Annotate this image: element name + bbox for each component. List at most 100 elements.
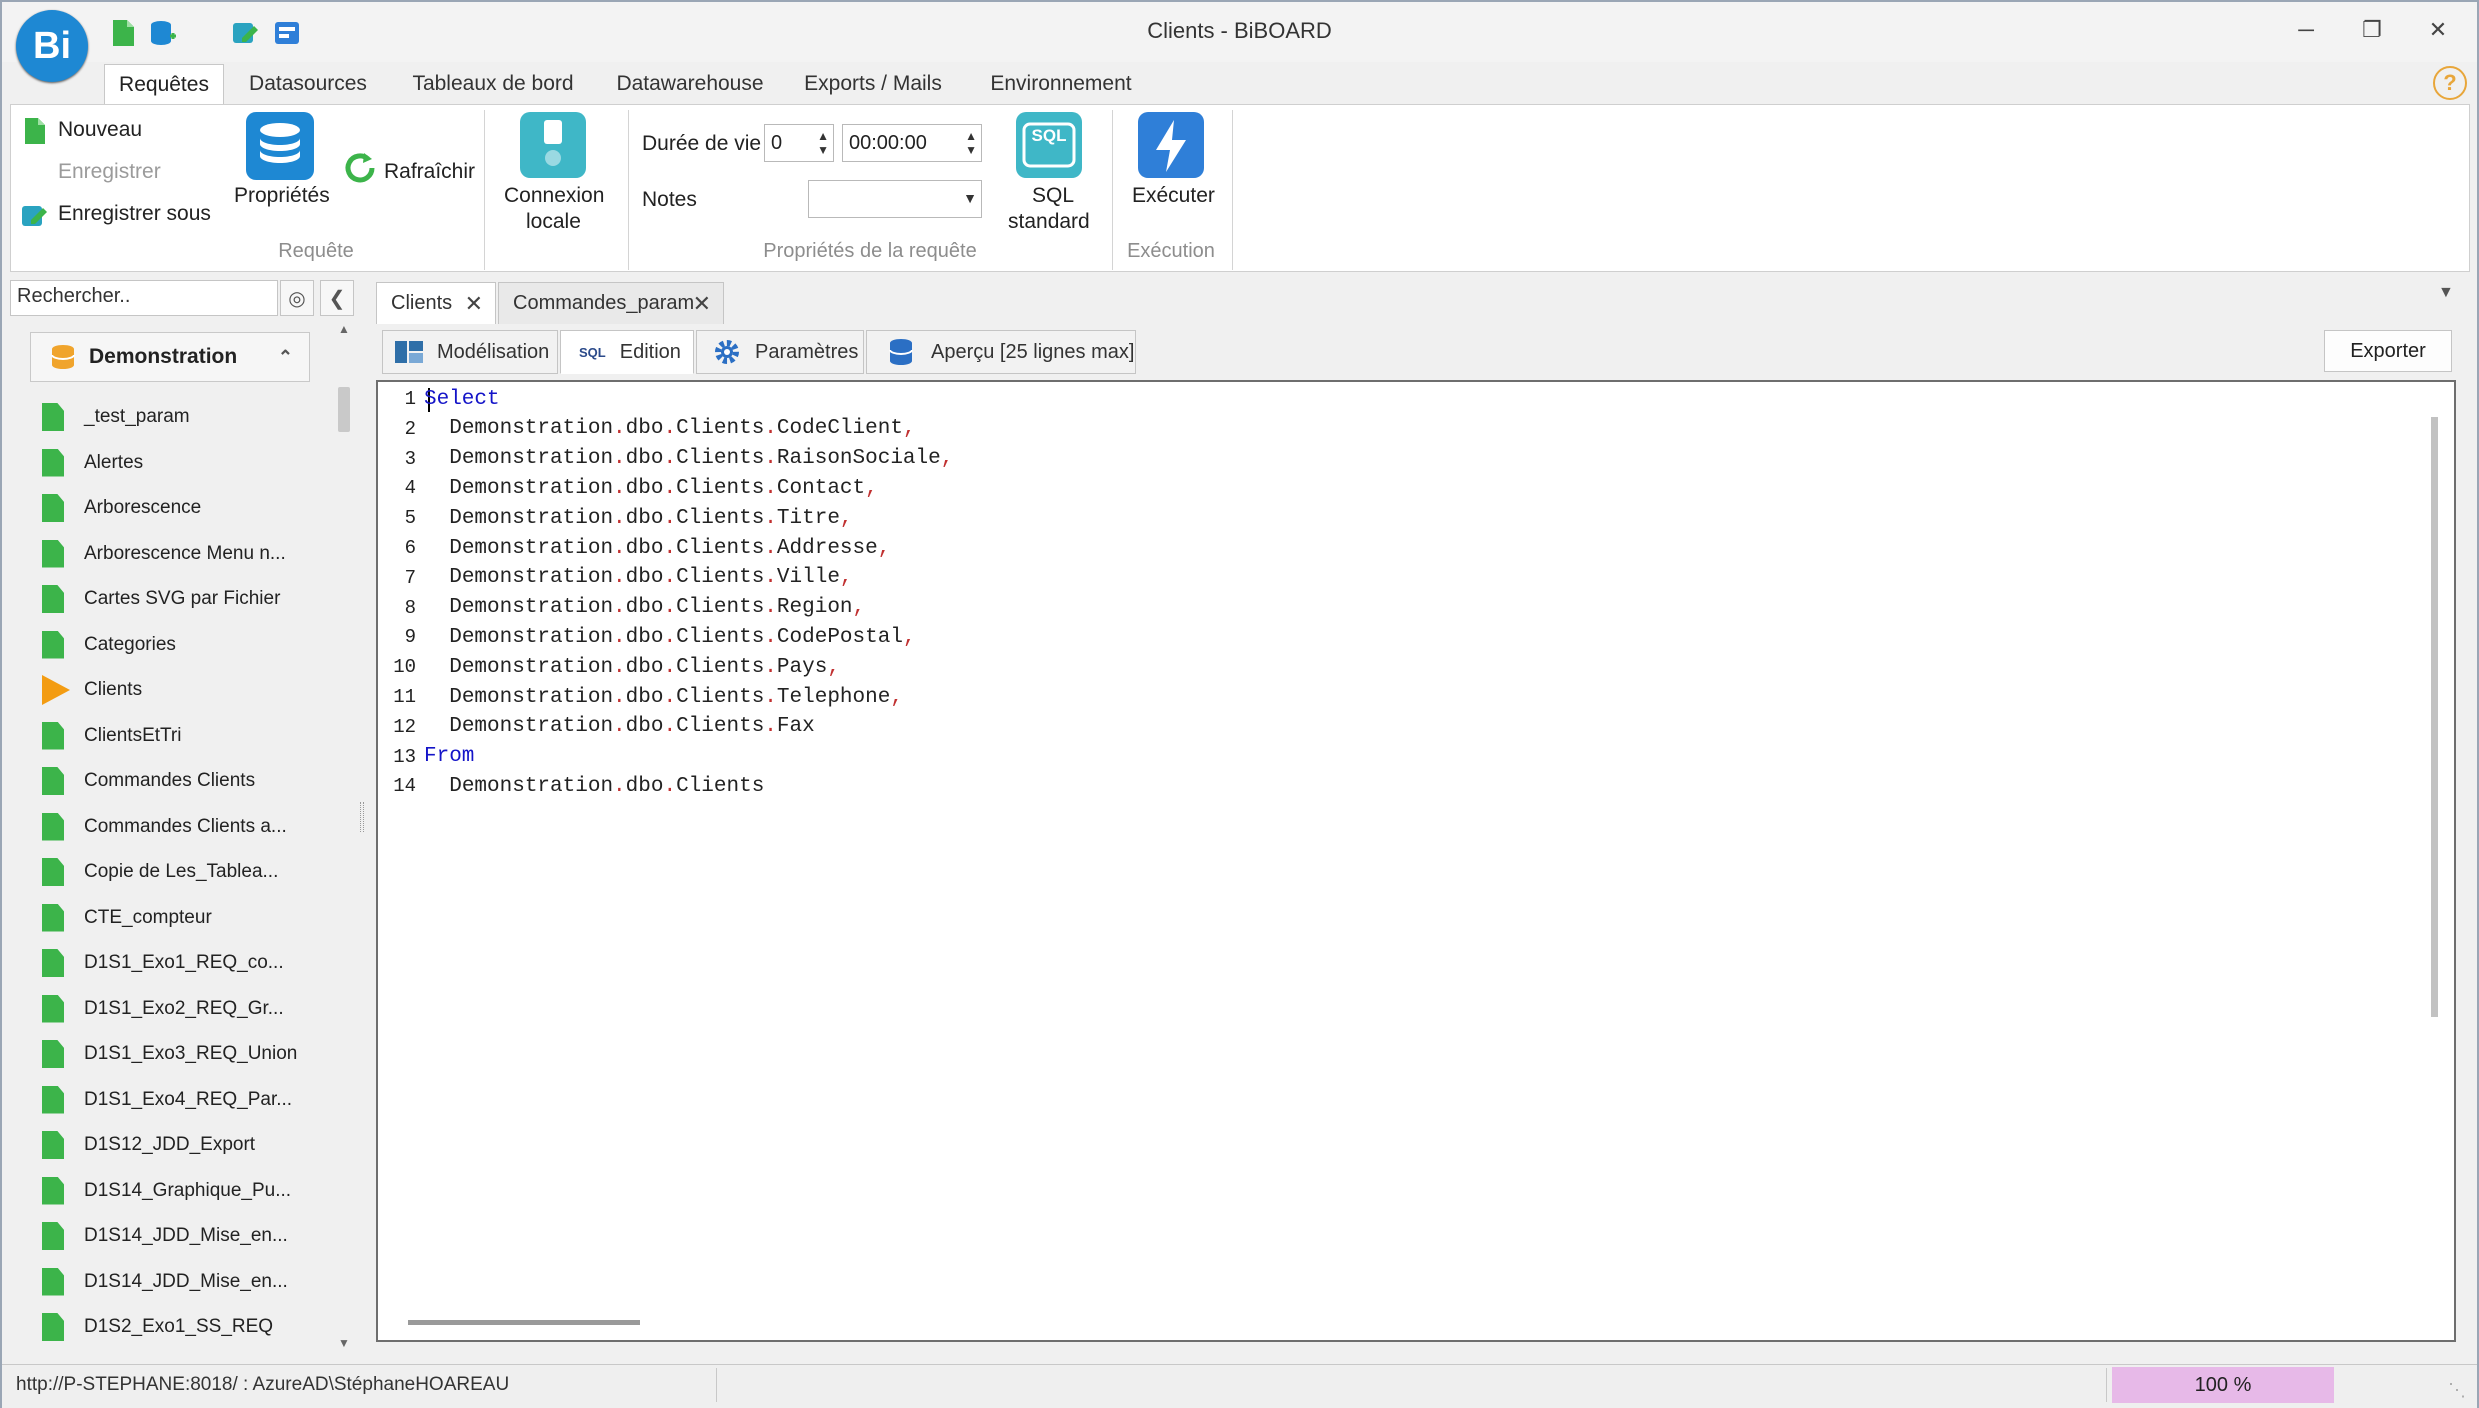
connexion-line2[interactable]: locale (526, 210, 581, 234)
line-number: 9 (404, 626, 416, 649)
punct-dot: . (663, 774, 677, 798)
restore-icon: ❐ (2362, 17, 2382, 42)
sidebar-item[interactable]: D1S1_Exo2_REQ_Gr... (42, 989, 284, 1029)
sql-line2[interactable]: standard (1008, 210, 1090, 234)
file-icon (42, 1313, 64, 1341)
resize-grip-icon[interactable]: ⋱ (2448, 1380, 2466, 1401)
tab-modelisation[interactable]: Modélisation (382, 330, 558, 374)
file-icon (42, 585, 64, 613)
tab-apercu[interactable]: Aperçu [25 lignes max] (866, 330, 1136, 374)
close-tab-icon[interactable]: ✕ (693, 291, 711, 317)
sidebar-item[interactable]: Arborescence (42, 488, 201, 528)
doc-tab-label: Clients (391, 292, 453, 314)
sidebar-item[interactable]: D1S1_Exo1_REQ_co... (42, 943, 284, 983)
code-line: 14 Demonstration. dbo. Clients (378, 771, 764, 801)
sidebar-item[interactable]: Arborescence Menu n... (42, 534, 286, 574)
datasource-header[interactable]: Demonstration ⌃ (30, 332, 310, 382)
sidebar-item[interactable]: Clients (42, 670, 142, 710)
sidebar-item[interactable]: Commandes Clients (42, 761, 255, 801)
sql-identifier: Contact (776, 476, 866, 500)
punct-dot: . (663, 625, 677, 649)
enregistrer-sous-button[interactable]: Enregistrer sous (58, 202, 211, 226)
sidebar-item[interactable]: D1S1_Exo3_REQ_Union (42, 1034, 297, 1074)
close-tab-icon[interactable]: ✕ (465, 291, 483, 317)
sql-identifier: dbo (625, 447, 664, 471)
line-number: 1 (404, 388, 416, 410)
tab-list-dropdown-icon[interactable]: ▼ (2438, 284, 2454, 302)
scroll-up-icon[interactable]: ▲ (338, 322, 350, 336)
sidebar-item[interactable]: _test_param (42, 397, 190, 437)
search-input[interactable]: Rechercher.. (10, 280, 278, 316)
menu-tab-exports[interactable]: Exports / Mails (792, 64, 954, 104)
collapse-panel-button[interactable]: ❮ (320, 280, 354, 316)
menu-tab-environnement[interactable]: Environnement (974, 64, 1148, 104)
zoom-level[interactable]: 100 % (2112, 1367, 2334, 1403)
file-icon (42, 721, 64, 750)
code-line: 6 Demonstration. dbo. Clients. Addresse, (378, 533, 891, 563)
sidebar-item[interactable]: Cartes SVG par Fichier (42, 579, 280, 619)
chevron-up-icon[interactable]: ⌃ (278, 347, 293, 368)
sql-badge: SQL (1031, 126, 1067, 145)
help-icon[interactable]: ? (2433, 66, 2467, 100)
sidebar-item[interactable]: ClientsEtTri (42, 716, 181, 756)
sql-identifier: Demonstration (449, 774, 614, 798)
sidebar-item[interactable]: D1S1_Exo4_REQ_Par... (42, 1080, 292, 1120)
sql-keyword: From (424, 745, 475, 769)
maximize-button[interactable]: ❐ (2342, 10, 2402, 50)
menu-tab-tableaux[interactable]: Tableaux de bord (398, 64, 588, 104)
minimize-button[interactable]: ─ (2276, 10, 2336, 50)
nouveau-button[interactable]: Nouveau (58, 118, 142, 142)
executer-button[interactable]: Exécuter (1132, 184, 1215, 208)
sidebar-item[interactable]: D1S14_JDD_Mise_en... (42, 1216, 288, 1256)
spinner-arrows-icon[interactable]: ▲ ▼ (965, 129, 977, 157)
datasource-name: Demonstration (89, 345, 238, 368)
sidebar-item[interactable]: D1S14_Graphique_Pu... (42, 1171, 291, 1211)
connexion-line1[interactable]: Connexion (504, 184, 604, 208)
exporter-button[interactable]: Exporter (2324, 330, 2452, 372)
app-window: Bi Clients - BiBOARD ─ ❐ ✕ Requêtes Data… (0, 0, 2479, 1408)
sidebar-item[interactable]: Commandes Clients a... (42, 807, 287, 847)
proprietes-button[interactable]: Propriétés (234, 184, 330, 208)
sql-identifier: Clients (676, 774, 765, 798)
tab-edition[interactable]: SQL Edition (560, 330, 694, 374)
sidebar-item[interactable]: D1S2_Exo1_SS_REQ (42, 1307, 273, 1347)
line-number: 8 (404, 596, 416, 619)
splitter-handle[interactable] (360, 802, 364, 832)
punct-dot: . (764, 685, 777, 709)
notes-dropdown[interactable]: ▼ (808, 180, 982, 218)
ribbon-separator (1112, 110, 1113, 270)
editor-vertical-scrollbar[interactable] (2431, 417, 2438, 1017)
app-logo[interactable]: Bi (16, 10, 88, 82)
sidebar-item[interactable]: Copie de Les_Tablea... (42, 852, 278, 892)
doc-tab-clients[interactable]: Clients ✕ (376, 282, 496, 324)
punct-dot: . (613, 417, 626, 441)
scroll-down-icon[interactable]: ▼ (338, 1336, 350, 1350)
sidebar-item[interactable]: Alertes (42, 443, 143, 483)
sql-identifier: Demonstration (449, 566, 614, 590)
duree-time-spinner[interactable]: 00:00:00 ▲ ▼ (842, 124, 982, 162)
spinner-arrows-icon[interactable]: ▲ ▼ (817, 129, 829, 157)
sidebar-item[interactable]: CTE_compteur (42, 898, 212, 938)
rafraichir-button[interactable]: Rafraîchir (384, 160, 475, 184)
sidebar-item[interactable]: D1S12_JDD_Export (42, 1125, 255, 1165)
punct-dot: . (764, 625, 777, 649)
sidebar-item[interactable]: Categories (42, 625, 176, 665)
tab-parametres[interactable]: Paramètres (696, 330, 864, 374)
punct-dot: . (613, 625, 626, 649)
sidebar-item[interactable]: D1S14_JDD_Mise_en... (42, 1262, 288, 1302)
close-button[interactable]: ✕ (2408, 10, 2468, 50)
doc-tab-commandes-param[interactable]: Commandes_param ✕ (498, 282, 724, 324)
menu-tab-requetes[interactable]: Requêtes (104, 64, 224, 104)
search-button[interactable]: ◎ (280, 280, 314, 316)
sql-editor[interactable]: 1 Select 2 Demonstration. dbo. Clients. CodeC… (376, 380, 2456, 1342)
punct-dot: . (613, 536, 626, 560)
menu-tab-datasources[interactable]: Datasources (238, 64, 378, 104)
menu-tab-datawarehouse[interactable]: Datawarehouse (606, 64, 774, 104)
enregistrer-button[interactable]: Enregistrer (58, 160, 161, 184)
editor-horizontal-scrollbar[interactable] (408, 1320, 640, 1325)
sidebar-scrollbar[interactable] (338, 387, 350, 432)
sql-line1[interactable]: SQL (1032, 184, 1074, 208)
duree-spinner[interactable]: 0 ▲ ▼ (764, 124, 834, 162)
